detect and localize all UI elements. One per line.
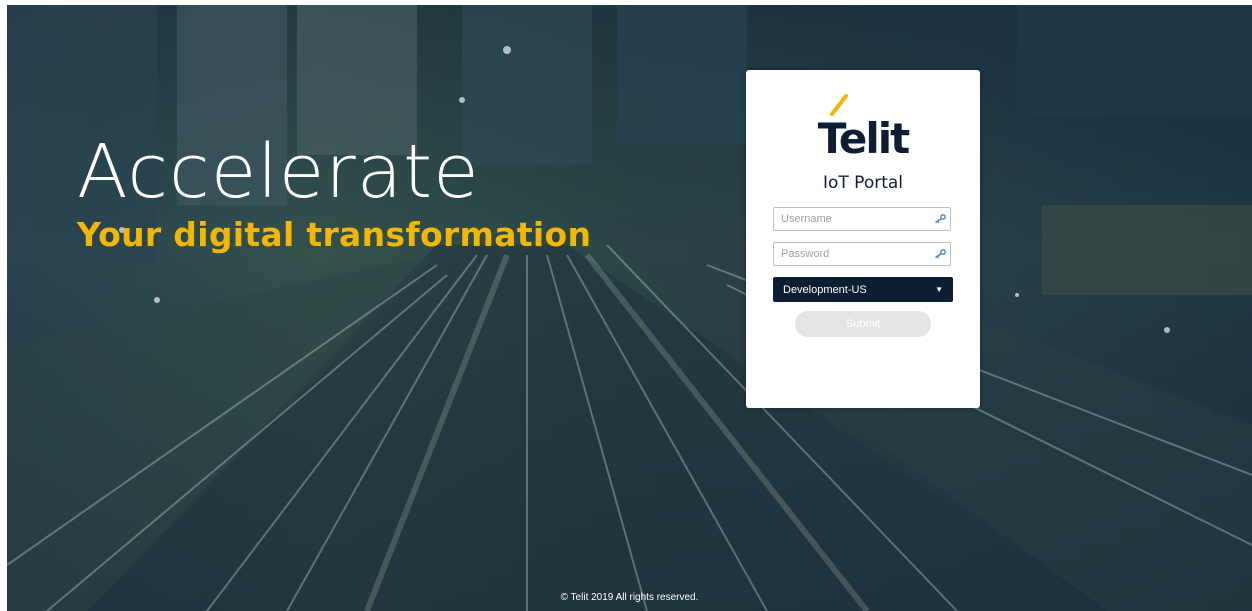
- password-field[interactable]: [773, 242, 951, 266]
- environment-select-value: Development-US: [783, 283, 867, 296]
- key-icon: [935, 249, 946, 259]
- headline-text: Accelerate: [77, 129, 480, 215]
- portal-title: IoT Portal: [822, 173, 904, 193]
- logo-accent-icon: [830, 94, 848, 116]
- background-stage: Accelerate Your digital transformation T…: [7, 5, 1252, 611]
- environment-select[interactable]: Development-US ▼: [773, 277, 953, 302]
- logo-wordmark: Telit: [817, 114, 910, 163]
- footer-copyright: © Telit 2019 All rights reserved.: [560, 592, 699, 603]
- username-field[interactable]: [773, 207, 951, 231]
- login-card: Telit IoT Portal Development-US ▼ Submit: [746, 70, 980, 408]
- password-input[interactable]: [774, 243, 931, 265]
- key-icon: [935, 214, 946, 224]
- username-input[interactable]: [774, 208, 931, 230]
- hero-headline: Accelerate Your digital transformation: [77, 135, 591, 254]
- subheadline-text: Your digital transformation: [77, 215, 592, 254]
- city-highway-background: [7, 5, 1252, 611]
- caret-down-icon: ▼: [935, 285, 943, 294]
- telit-logo: Telit: [804, 94, 922, 166]
- submit-button[interactable]: Submit: [795, 311, 931, 337]
